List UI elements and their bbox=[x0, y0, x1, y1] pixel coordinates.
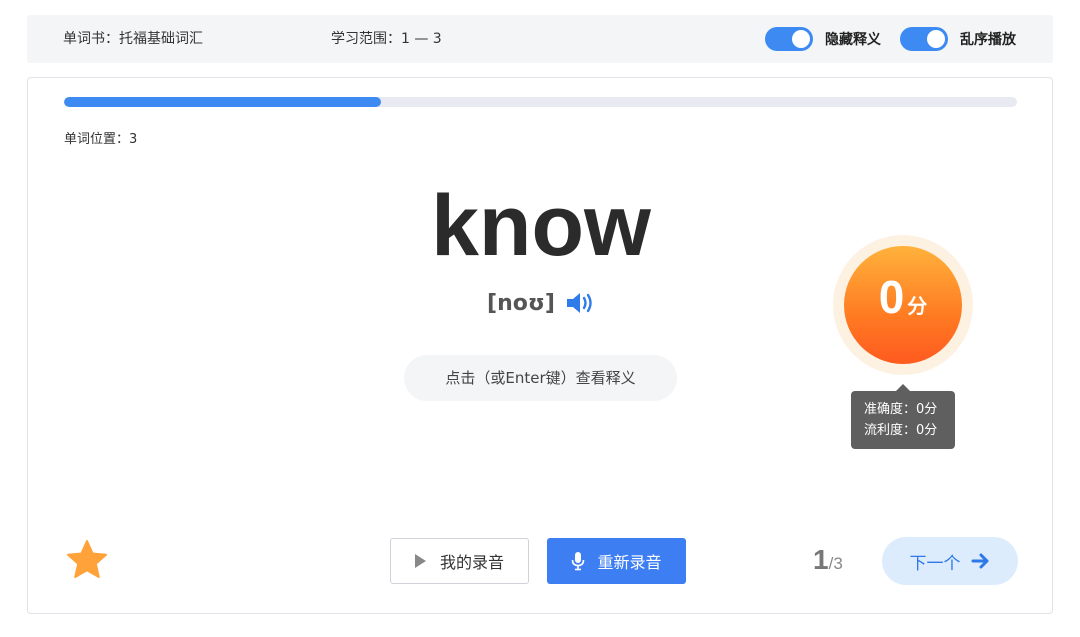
shuffle-play-toggle[interactable] bbox=[900, 27, 948, 51]
next-label: 下一个 bbox=[909, 553, 961, 574]
mic-icon bbox=[572, 552, 585, 571]
pager: 1 / 3 bbox=[813, 544, 843, 580]
shuffle-play-label: 乱序播放 bbox=[960, 32, 1016, 48]
toggle-knob bbox=[792, 30, 810, 48]
progress-bar bbox=[64, 97, 1017, 107]
arrow-right-icon bbox=[971, 553, 988, 569]
word-position: 单词位置：3 bbox=[64, 132, 138, 147]
re-record-button[interactable]: 重新录音 bbox=[547, 538, 686, 584]
score-unit: 分 bbox=[907, 294, 928, 318]
my-recording-label: 我的录音 bbox=[439, 553, 504, 572]
toggle-knob bbox=[927, 30, 945, 48]
play-icon bbox=[414, 554, 426, 568]
reveal-definition-button[interactable]: 点击（或Enter键）查看释义 bbox=[404, 355, 677, 401]
hide-definition-label: 隐藏释义 bbox=[825, 32, 881, 48]
shuffle-play-toggle-group: 乱序播放 bbox=[900, 27, 1016, 51]
hide-definition-toggle[interactable] bbox=[765, 27, 813, 51]
phonetic-text: [noʊ] bbox=[487, 290, 555, 316]
pager-total: 3 bbox=[833, 554, 843, 573]
accuracy-text: 准确度：0分 bbox=[864, 402, 938, 417]
re-record-label: 重新录音 bbox=[597, 553, 662, 572]
score-tooltip: 准确度：0分 流利度：0分 bbox=[851, 384, 955, 449]
score-value: 0 bbox=[878, 271, 905, 323]
word-card: 单词位置：3 know [noʊ] 点击（或Enter键）查看释义 0 分 准确… bbox=[27, 77, 1053, 614]
hide-definition-toggle-group: 隐藏释义 bbox=[765, 27, 881, 51]
score-badge: 0 分 bbox=[833, 235, 973, 375]
score-circle: 0 分 bbox=[844, 246, 962, 364]
study-range-label: 学习范围：1 — 3 bbox=[331, 31, 442, 47]
top-bar: 单词书：托福基础词汇 学习范围：1 — 3 隐藏释义 乱序播放 bbox=[27, 15, 1053, 63]
next-button[interactable]: 下一个 bbox=[882, 537, 1018, 585]
speaker-icon[interactable] bbox=[565, 290, 595, 316]
my-recording-button[interactable]: 我的录音 bbox=[390, 538, 529, 584]
fluency-text: 流利度：0分 bbox=[864, 423, 938, 438]
star-icon[interactable] bbox=[65, 538, 109, 582]
pager-current: 1 bbox=[813, 544, 829, 575]
progress-fill bbox=[64, 97, 382, 107]
word-book-label: 单词书：托福基础词汇 bbox=[63, 31, 203, 47]
